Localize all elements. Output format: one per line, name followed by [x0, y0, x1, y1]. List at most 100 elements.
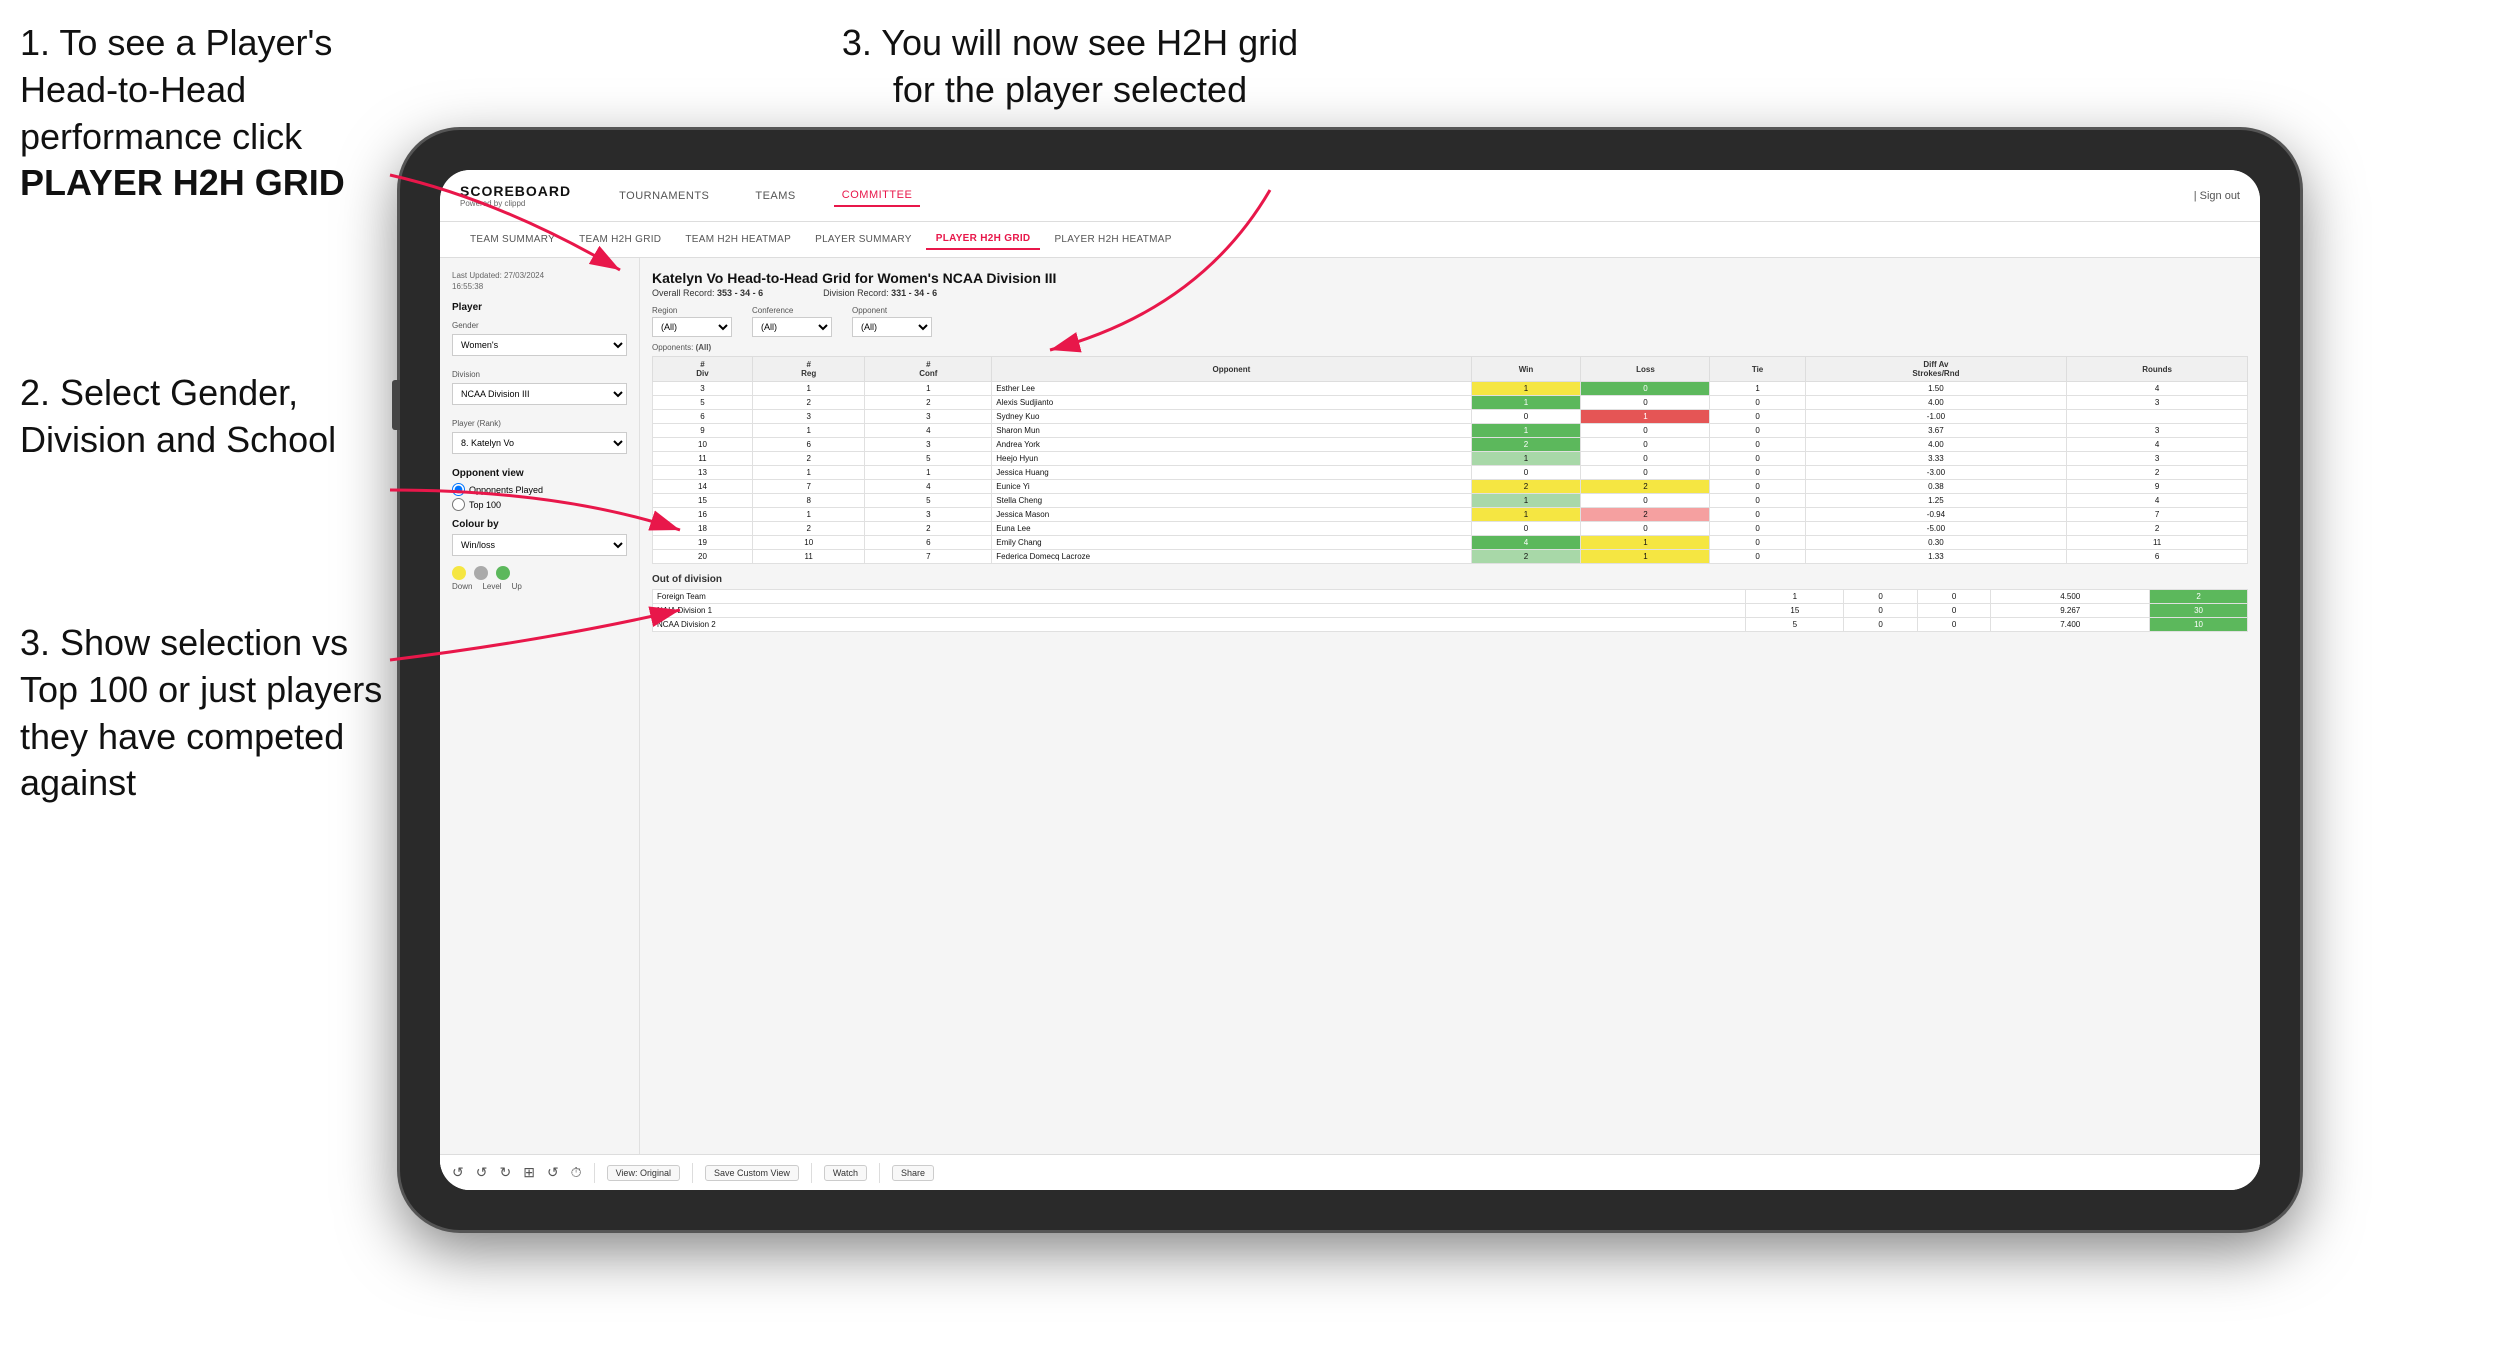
radio-top100[interactable]: Top 100 — [452, 498, 627, 511]
cell-win: 2 — [1471, 480, 1581, 494]
cell-div: 13 — [653, 466, 753, 480]
player-section-label: Player — [452, 302, 627, 313]
cell-reg: 1 — [752, 424, 864, 438]
cell-loss: 2 — [1581, 508, 1710, 522]
cell-rounds: 3 — [2067, 396, 2248, 410]
save-custom-btn[interactable]: Save Custom View — [705, 1165, 799, 1181]
ood-label: NAIA Division 1 — [653, 604, 1746, 618]
cell-rounds: 11 — [2067, 536, 2248, 550]
view-original-btn[interactable]: View: Original — [607, 1165, 680, 1181]
table-row: 9 1 4 Sharon Mun 1 0 0 3.67 3 — [653, 424, 2248, 438]
cell-div: 14 — [653, 480, 753, 494]
cell-loss: 1 — [1581, 536, 1710, 550]
cell-diff: 4.00 — [1805, 396, 2067, 410]
instruction-step1: 1. To see a Player's Head-to-Head perfor… — [20, 20, 440, 207]
last-updated: Last Updated: 27/03/202416:55:38 — [452, 270, 627, 292]
sub-nav-player-h2h-grid[interactable]: PLAYER H2H GRID — [926, 229, 1041, 250]
cell-reg: 1 — [752, 382, 864, 396]
radio-top100-input[interactable] — [452, 498, 465, 511]
table-row: 5 2 2 Alexis Sudjianto 1 0 0 4.00 3 — [653, 396, 2248, 410]
ood-label: NCAA Division 2 — [653, 618, 1746, 632]
cell-win: 1 — [1471, 382, 1581, 396]
undo3-icon[interactable]: ↺ — [547, 1164, 559, 1181]
cell-div: 3 — [653, 382, 753, 396]
cell-tie: 0 — [1710, 480, 1805, 494]
cell-loss: 0 — [1581, 494, 1710, 508]
cell-win: 1 — [1471, 508, 1581, 522]
cell-tie: 1 — [1710, 382, 1805, 396]
col-div: #Div — [653, 357, 753, 382]
conference-select[interactable]: (All) — [752, 317, 832, 337]
cell-win: 2 — [1471, 550, 1581, 564]
cell-diff: -5.00 — [1805, 522, 2067, 536]
cell-loss: 0 — [1581, 382, 1710, 396]
undo-icon[interactable]: ↺ — [452, 1164, 464, 1181]
player-rank-dropdown[interactable]: 8. Katelyn Vo — [452, 432, 627, 454]
cell-reg: 6 — [752, 438, 864, 452]
col-tie: Tie — [1710, 357, 1805, 382]
region-filter: Region (All) — [652, 306, 732, 337]
ood-loss: 0 — [1844, 618, 1918, 632]
watch-btn[interactable]: Watch — [824, 1165, 867, 1181]
ood-diff: 9.267 — [1991, 604, 2150, 618]
cell-reg: 2 — [752, 396, 864, 410]
cell-tie: 0 — [1710, 550, 1805, 564]
cell-div: 5 — [653, 396, 753, 410]
cell-opponent: Heejo Hyun — [992, 452, 1471, 466]
grid-records: Overall Record: 353 - 34 - 6 Division Re… — [652, 288, 2248, 298]
redo-icon[interactable]: ↻ — [499, 1164, 511, 1181]
nav-committee[interactable]: COMMITTEE — [834, 185, 921, 207]
cell-opponent: Jessica Huang — [992, 466, 1471, 480]
cell-diff: 0.38 — [1805, 480, 2067, 494]
colour-down — [452, 566, 466, 580]
cell-rounds: 4 — [2067, 494, 2248, 508]
cell-loss: 0 — [1581, 466, 1710, 480]
cell-conf: 4 — [865, 424, 992, 438]
sub-nav-team-h2h-heatmap[interactable]: TEAM H2H HEATMAP — [675, 230, 801, 249]
sign-out-link[interactable]: | Sign out — [2194, 190, 2240, 202]
sub-nav-player-h2h-heatmap[interactable]: PLAYER H2H HEATMAP — [1044, 230, 1181, 249]
sidebar: Last Updated: 27/03/202416:55:38 Player … — [440, 258, 640, 1190]
cell-reg: 1 — [752, 508, 864, 522]
cell-div: 11 — [653, 452, 753, 466]
cell-rounds: 2 — [2067, 466, 2248, 480]
ood-loss: 0 — [1844, 590, 1918, 604]
cell-tie: 0 — [1710, 508, 1805, 522]
opponent-select[interactable]: (All) — [852, 317, 932, 337]
cell-opponent: Stella Cheng — [992, 494, 1471, 508]
cell-div: 18 — [653, 522, 753, 536]
opponent-view-group: Opponents Played Top 100 — [452, 483, 627, 511]
instruction-step3-top: 3. You will now see H2H grid for the pla… — [820, 20, 1320, 114]
gender-dropdown[interactable]: Women's — [452, 334, 627, 356]
nav-tournaments[interactable]: TOURNAMENTS — [611, 186, 717, 206]
region-select[interactable]: (All) — [652, 317, 732, 337]
cell-diff: 1.33 — [1805, 550, 2067, 564]
cell-win: 1 — [1471, 494, 1581, 508]
sub-nav-player-summary[interactable]: PLAYER SUMMARY — [805, 230, 922, 249]
crop-icon[interactable]: ⊞ — [523, 1164, 535, 1181]
step1-text: 1. To see a Player's Head-to-Head perfor… — [20, 22, 332, 157]
sub-nav-team-h2h-grid[interactable]: TEAM H2H GRID — [569, 230, 671, 249]
radio-opponents-played[interactable]: Opponents Played — [452, 483, 627, 496]
radio-opponents-played-label: Opponents Played — [469, 485, 543, 495]
division-label: Division — [452, 370, 627, 379]
undo2-icon[interactable]: ↺ — [476, 1164, 488, 1181]
clock-icon[interactable]: ⏱ — [571, 1164, 582, 1181]
ood-rounds: 2 — [2150, 590, 2248, 604]
cell-tie: 0 — [1710, 466, 1805, 480]
sub-nav-team-summary[interactable]: TEAM SUMMARY — [460, 230, 565, 249]
cell-tie: 0 — [1710, 536, 1805, 550]
cell-win: 4 — [1471, 536, 1581, 550]
cell-div: 15 — [653, 494, 753, 508]
radio-opponents-played-input[interactable] — [452, 483, 465, 496]
cell-diff: 4.00 — [1805, 438, 2067, 452]
col-opponent: Opponent — [992, 357, 1471, 382]
share-btn[interactable]: Share — [892, 1165, 934, 1181]
division-dropdown[interactable]: NCAA Division III — [452, 383, 627, 405]
step3-bottom-text: 3. Show selection vs Top 100 or just pla… — [20, 622, 382, 803]
nav-teams[interactable]: TEAMS — [747, 186, 803, 206]
opponent-view-label: Opponent view — [452, 468, 627, 479]
ood-diff: 4.500 — [1991, 590, 2150, 604]
colour-by-dropdown[interactable]: Win/loss — [452, 534, 627, 556]
out-of-division-label: Out of division — [652, 574, 2248, 585]
